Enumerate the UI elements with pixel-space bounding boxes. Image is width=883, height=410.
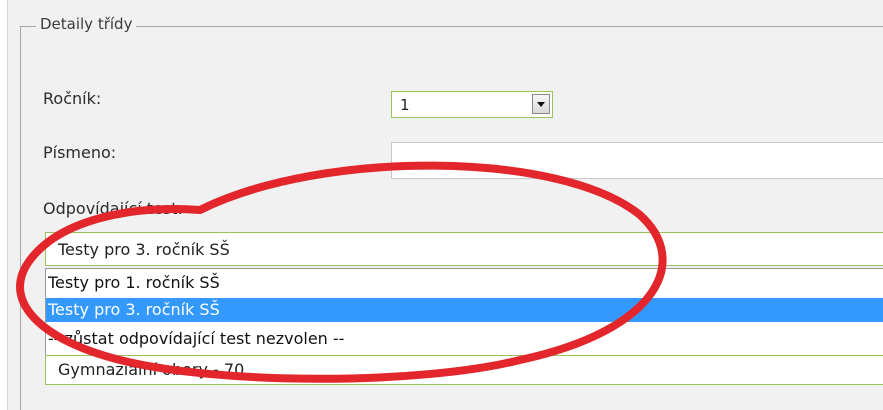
- dropdown-button[interactable]: [532, 94, 550, 114]
- chevron-down-icon: [537, 102, 545, 107]
- test-selected-value: Testy pro 3. ročník SŠ: [58, 240, 230, 259]
- test-options-list[interactable]: Testy pro 1. ročník SŠ Testy pro 3. ročn…: [45, 268, 883, 355]
- test-option-highlighted[interactable]: Testy pro 3. ročník SŠ: [46, 298, 883, 322]
- pismeno-label: Písmeno:: [43, 143, 117, 162]
- pismeno-input[interactable]: [391, 142, 883, 179]
- test-select[interactable]: Testy pro 3. ročník SŠ: [45, 232, 883, 266]
- fieldset-legend: Detaily třídy: [36, 15, 137, 33]
- obor-select[interactable]: Gymnaziální obory - 70: [45, 355, 883, 385]
- test-option[interactable]: -- zůstat odpovídající test nezvolen --: [46, 327, 883, 351]
- test-label: Odpovídající test:: [43, 199, 183, 218]
- rocnik-value: 1: [400, 96, 410, 114]
- obor-value: Gymnaziální obory - 70: [58, 360, 245, 379]
- test-option[interactable]: Testy pro 1. ročník SŠ: [46, 271, 883, 295]
- rocnik-label: Ročník:: [43, 89, 102, 108]
- rocnik-select[interactable]: 1: [391, 91, 553, 118]
